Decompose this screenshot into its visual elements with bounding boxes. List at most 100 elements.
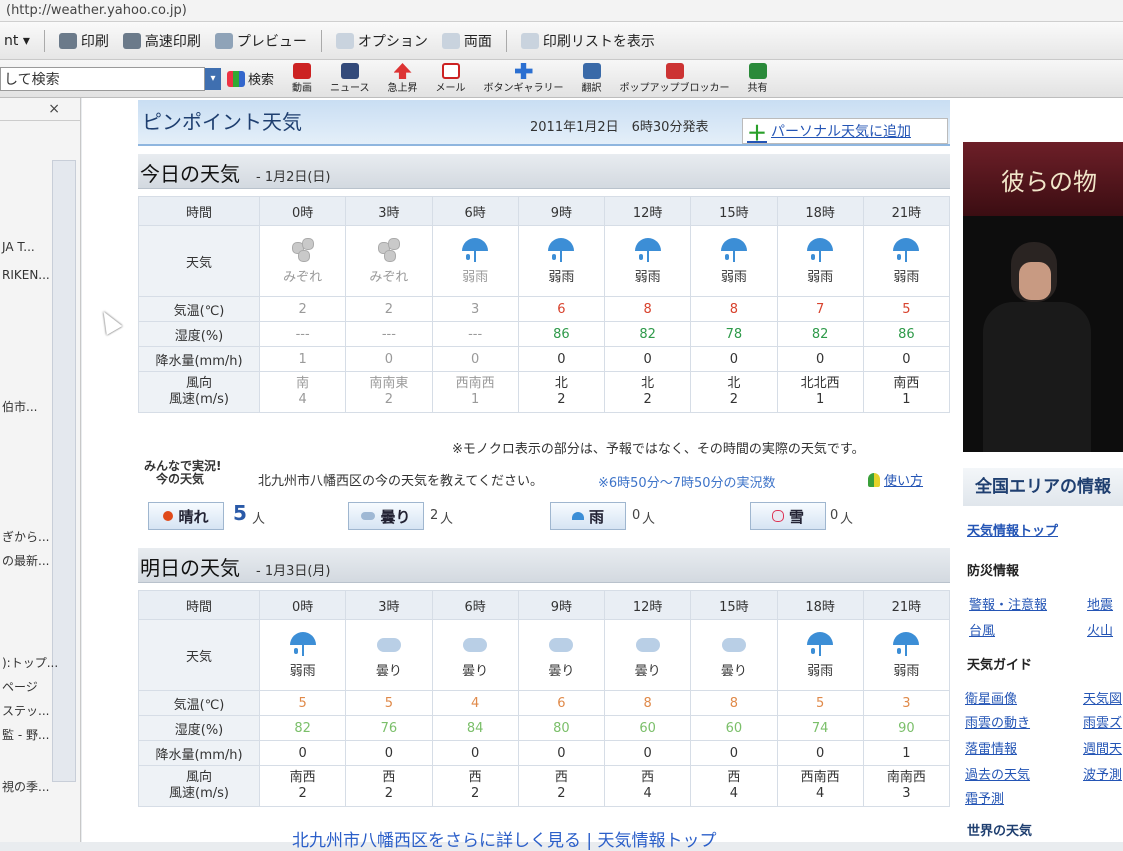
satellite-link[interactable]: 衛星画像 <box>965 688 1017 707</box>
sidebar-scrollbar[interactable] <box>52 160 76 782</box>
more-detail-link[interactable]: 北九州市八幡西区をさらに詳しく見る | 天気情報トップ <box>292 826 717 851</box>
list-item[interactable]: の最新... <box>2 552 49 569</box>
search-button[interactable]: 検索 <box>227 69 274 88</box>
vote-rain-button[interactable]: 雨 <box>550 502 626 530</box>
wind-cell: 北2 <box>690 371 778 413</box>
weather-cell: 弱雨 <box>776 225 864 297</box>
wind-cell: 西4 <box>603 765 692 807</box>
list-item[interactable]: 監 - 野... <box>2 726 49 743</box>
table-cell: 21時 <box>862 196 951 226</box>
wind-cell: 西2 <box>431 765 519 807</box>
pinpoint-header: ピンポイント天気 2011年1月2日 6時30分発表 ＋ パーソナル天気に追加 <box>138 100 950 146</box>
wave-link[interactable]: 波予測 <box>1083 764 1122 783</box>
table-cell: 0 <box>776 346 864 372</box>
umbrella-icon <box>805 237 835 264</box>
table-row: 時間 0時 3時 6時 9時 12時 15時 18時 21時 <box>138 590 951 620</box>
tomorrow-section-header: 明日の天気 - 1月3日(月) <box>138 548 950 583</box>
vote-unit: 人 <box>840 512 854 527</box>
table-cell: --- <box>345 321 433 347</box>
lightning-link[interactable]: 落雷情報 <box>965 738 1017 757</box>
search-toolbar: して検索 ▾ 検索 動画 ニュース 急上昇 メール ボタンギャラリー 翻訳 ポッ… <box>0 60 1123 98</box>
row-label: 天気 <box>138 619 260 691</box>
table-cell: 3 <box>862 690 951 716</box>
row-label: 天気 <box>138 225 260 297</box>
vote-sunny-button[interactable]: 晴れ <box>148 502 224 530</box>
address-bar[interactable]: (http://weather.yahoo.co.jp) <box>0 0 1123 22</box>
world-weather-heading[interactable]: 世界の天気 <box>967 820 1032 839</box>
wind-cell: 西2 <box>517 765 606 807</box>
popup-blocker-button[interactable]: ポップアップブロッカー <box>620 63 730 94</box>
trending-button[interactable]: 急上昇 <box>388 63 418 94</box>
vote-snow-count: 0 <box>830 508 839 523</box>
warning-link[interactable]: 警報・注意報 <box>969 594 1047 613</box>
table-cell: 78 <box>690 321 778 347</box>
list-item[interactable]: 伯市... <box>2 398 37 415</box>
list-item[interactable]: ぎから... <box>2 528 49 545</box>
table-cell: 0 <box>517 346 606 372</box>
table-cell: 8 <box>603 690 692 716</box>
list-item[interactable]: ):トップ... <box>2 654 58 671</box>
wind-cell: 南西 2 <box>258 765 347 807</box>
news-button[interactable]: ニュース <box>330 63 370 94</box>
table-row: 時間 0時 3時 6時 9時 12時 15時 18時 21時 <box>138 196 951 226</box>
frost-link[interactable]: 霜予測 <box>965 788 1004 807</box>
search-input[interactable]: して検索 <box>0 66 205 91</box>
table-row: 気温(℃) 2 2 3 6 8 8 7 5 <box>138 296 951 322</box>
fast-print-button[interactable]: 高速印刷 <box>122 31 201 51</box>
list-item[interactable]: RIKEN... <box>2 268 50 282</box>
weekly-link[interactable]: 週間天 <box>1083 738 1122 757</box>
umbrella-icon <box>460 237 490 264</box>
list-item[interactable]: ページ <box>2 678 38 695</box>
list-item[interactable]: ステッ... <box>2 702 49 719</box>
popup-blocker-icon <box>665 63 684 79</box>
table-cell: 80 <box>517 715 606 741</box>
wind-cell: 北北西 1 <box>776 371 864 413</box>
rain-cloud-link[interactable]: 雨雲の動き <box>965 712 1030 731</box>
translate-button[interactable]: 翻訳 <box>582 63 602 94</box>
toolbar-prefix[interactable]: nt ▾ <box>4 33 30 49</box>
advertisement-banner[interactable]: 彼らの物 <box>963 142 1123 452</box>
vote-snow-button[interactable]: 雪 <box>750 502 826 530</box>
past-weather-link[interactable]: 過去の天気 <box>965 764 1030 783</box>
video-button[interactable]: 動画 <box>292 63 312 94</box>
ad-text: 彼らの物 <box>963 142 1123 216</box>
volcano-link[interactable]: 火山 <box>1087 620 1113 639</box>
preview-button[interactable]: プレビュー <box>214 31 307 51</box>
weather-top-link[interactable]: 天気情報トップ <box>967 520 1058 539</box>
add-personal-weather-button[interactable]: ＋ パーソナル天気に追加 <box>742 118 948 145</box>
weather-cell: 曇り <box>345 619 433 691</box>
table-cell: 15時 <box>690 590 778 620</box>
print-toolbar: nt ▾ 印刷 高速印刷 プレビュー オプション 両面 印刷リストを表示 <box>0 22 1123 60</box>
chevron-down-icon[interactable]: ▾ <box>205 67 221 90</box>
howto-link[interactable]: 使い方 <box>868 470 923 489</box>
ad-person-image <box>983 242 1091 452</box>
weather-cell: 弱雨 <box>862 225 951 297</box>
option-button[interactable]: オプション <box>335 31 428 51</box>
today-section-header: 今日の天気 - 1月2日(日) <box>138 154 950 189</box>
rain-cloud-zoom-link[interactable]: 雨雲ズ <box>1083 712 1122 731</box>
vote-cloudy-button[interactable]: 曇り <box>348 502 424 530</box>
table-row: 湿度(%) 82 76 84 80 60 60 74 90 <box>138 715 951 741</box>
button-gallery-button[interactable]: ボタンギャラリー <box>484 63 564 94</box>
close-icon[interactable]: × <box>0 98 80 121</box>
list-item[interactable]: JA T... <box>2 240 35 254</box>
weather-main: ピンポイント天気 2011年1月2日 6時30分発表 ＋ パーソナル天気に追加 … <box>82 98 957 851</box>
list-item[interactable]: 視の季... <box>2 778 49 795</box>
earthquake-link[interactable]: 地震 <box>1087 594 1113 613</box>
mail-button[interactable]: メール <box>436 63 466 94</box>
typhoon-link[interactable]: 台風 <box>969 620 995 639</box>
umbrella-icon <box>571 512 584 520</box>
option-icon <box>335 32 354 49</box>
table-cell: 21時 <box>862 590 951 620</box>
toolbar-separator <box>43 29 45 52</box>
table-cell: 4 <box>431 690 519 716</box>
table-cell: 76 <box>345 715 433 741</box>
weather-map-link[interactable]: 天気図 <box>1083 688 1122 707</box>
print-list-button[interactable]: 印刷リストを表示 <box>520 31 655 51</box>
row-label: 降水量(mm/h) <box>138 346 260 372</box>
share-button[interactable]: 共有 <box>748 63 768 94</box>
print-button[interactable]: 印刷 <box>58 31 109 51</box>
duplex-button[interactable]: 両面 <box>441 31 492 51</box>
table-cell: 6時 <box>431 196 519 226</box>
cloud-icon <box>633 632 663 658</box>
